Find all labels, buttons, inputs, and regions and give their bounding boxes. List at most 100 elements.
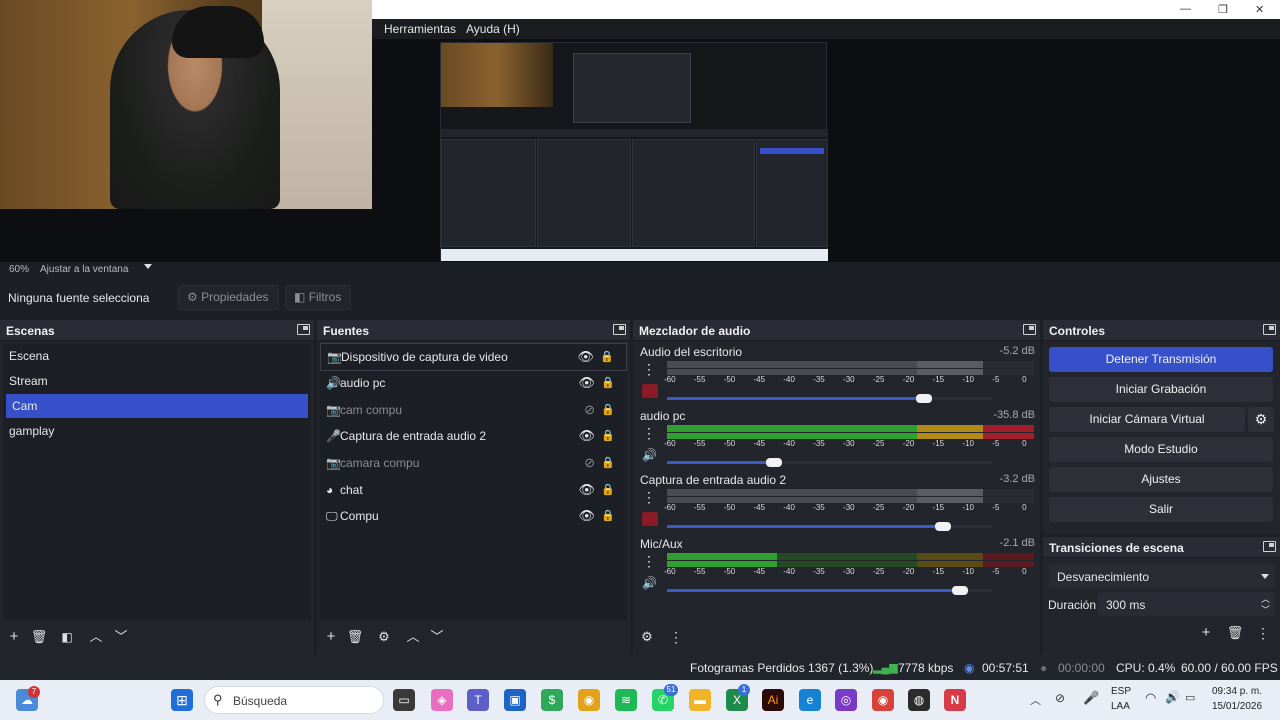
virtual-camera-gear-icon[interactable]: ⚙ [1248,407,1274,432]
speaker-icon[interactable]: 🔊 [642,576,658,590]
chrome-icon[interactable]: ◉ [578,689,600,711]
chrome-profile-icon[interactable]: ◉ [872,689,894,711]
network-off-icon[interactable]: ⊘ [1055,691,1065,705]
volume-handle[interactable] [766,458,783,467]
chevron-down-icon[interactable] [144,264,152,269]
filters-button[interactable]: ◧ Filtros [285,285,351,310]
undock-icon[interactable] [1263,324,1276,335]
eye-icon[interactable]: 👁 [578,423,595,449]
mixer-menu-icon[interactable]: ⋮ [666,628,686,646]
lock-icon[interactable]: 🔒 [601,423,615,449]
eye-icon[interactable]: 👁 [578,370,595,396]
menu-help[interactable]: Ayuda (H) [466,22,520,36]
maximize-icon[interactable]: ❐ [1218,3,1228,16]
exit-button[interactable]: Salir [1049,497,1273,522]
volume-handle[interactable] [951,586,968,595]
chevron-down-icon[interactable]: ﹀ [1261,603,1270,616]
eye-icon[interactable]: 👁 [578,477,595,503]
settings-button[interactable]: Ajustes [1049,467,1273,492]
microphone-icon[interactable]: 🎤 [1083,690,1099,706]
eye-icon[interactable]: 👁 [578,503,595,529]
lock-icon[interactable]: 🔒 [601,450,615,476]
source-item[interactable]: 📷 Dispositivo de captura de video 👁 🔒 [320,343,627,371]
scene-filters-icon[interactable]: ◧ [57,628,77,646]
lock-icon[interactable]: 🔒 [601,370,615,396]
eye-hidden-icon[interactable]: ⊘ [584,397,595,423]
channel-menu-icon[interactable]: ⋮ [642,490,656,506]
undock-icon[interactable] [297,324,310,335]
gear-icon[interactable]: ⚙ [374,628,394,646]
close-icon[interactable]: ✕ [1255,3,1264,16]
search-box[interactable]: ⚲ Búsqueda [204,686,384,714]
windows-start-icon[interactable]: ⊞ [171,689,193,711]
scene-item-cam[interactable]: Cam [6,394,308,418]
source-item[interactable]: 🎤 Captura de entrada audio 2 👁 🔒 [320,423,627,449]
teams-icon[interactable]: T [467,689,489,711]
chevron-down-icon[interactable]: ﹀ [427,628,447,646]
start-virtual-camera-button[interactable]: Iniciar Cámara Virtual [1049,407,1245,432]
obs-icon[interactable]: ◍ [908,689,930,711]
volume-slider[interactable] [667,394,992,403]
spotify-icon[interactable]: ≋ [615,689,637,711]
trash-icon[interactable]: 🗑 [345,628,365,646]
illustrator-icon[interactable]: Ai [762,689,784,711]
scene-item-stream[interactable]: Stream [3,369,311,393]
battery-icon[interactable]: ▭ [1185,691,1195,704]
lock-icon[interactable]: 🔒 [600,344,614,370]
app-n-icon[interactable]: N [944,689,966,711]
mixer-settings-gear-icon[interactable]: ⚙ [637,628,657,646]
task-view-icon[interactable]: ▭ [393,689,415,711]
undock-icon[interactable] [1023,324,1036,335]
volume-slider[interactable] [667,458,992,467]
transition-select[interactable]: Desvanecimiento [1049,564,1275,588]
properties-button[interactable]: ⚙ Propiedades [178,285,279,310]
scene-item-escena[interactable]: Escena [3,344,311,368]
clock-date[interactable]: 15/01/2026 [1212,701,1262,712]
transition-menu-icon[interactable]: ⋮ [1253,624,1273,642]
channel-menu-icon[interactable]: ⋮ [642,426,656,442]
chevron-down-icon[interactable]: ﹀ [111,628,131,646]
source-item[interactable]: ◕ chat 👁 🔒 [320,477,627,503]
volume-handle[interactable] [915,394,932,403]
source-item[interactable]: 📷 camara compu ⊘ 🔒 [320,450,627,476]
stop-streaming-button[interactable]: Detener Transmisión [1049,347,1273,372]
minimize-icon[interactable]: — [1180,3,1191,15]
source-item[interactable]: 🔊 audio pc 👁 🔒 [320,370,627,396]
eye-hidden-icon[interactable]: ⊘ [584,450,595,476]
lock-icon[interactable]: 🔒 [601,477,615,503]
add-transition-icon[interactable]: + [1196,624,1216,642]
copilot-icon[interactable]: ◈ [431,689,453,711]
channel-menu-icon[interactable]: ⋮ [642,362,656,378]
volume-icon[interactable]: 🔊 [1165,690,1180,704]
trash-icon[interactable]: 🗑 [29,628,49,646]
file-explorer-icon[interactable]: ▬ [689,689,711,711]
menu-tools[interactable]: Herramientas [384,22,456,36]
duration-spinbox[interactable]: 300 ms ︿ ﹀ [1098,592,1275,616]
source-item[interactable]: 🖵 Compu 👁 🔒 [320,503,627,529]
fit-to-window-select[interactable]: Ajustar a la ventana [40,264,128,275]
store-icon[interactable]: ▣ [504,689,526,711]
add-source-icon[interactable]: + [321,628,341,646]
source-item[interactable]: 📷 cam compu ⊘ 🔒 [320,397,627,423]
chevron-up-icon[interactable]: ︿ [1030,692,1041,708]
add-scene-icon[interactable]: + [4,628,24,646]
speaker-icon[interactable]: 🔊 [642,448,658,462]
volume-handle[interactable] [935,522,952,531]
wifi-icon[interactable]: ◠ [1145,690,1156,706]
lock-icon[interactable]: 🔒 [601,503,615,529]
language-bottom[interactable]: LAA [1111,701,1130,712]
eye-icon[interactable]: 👁 [577,344,594,370]
channel-menu-icon[interactable]: ⋮ [642,554,656,570]
chevron-up-icon[interactable]: ︿ [403,628,423,646]
speaker-muted-icon[interactable] [642,512,658,526]
edge-icon[interactable]: e [799,689,821,711]
undock-icon[interactable] [613,324,626,335]
money-app-icon[interactable]: $ [541,689,563,711]
clock-time[interactable]: 09:34 p. m. [1212,686,1262,697]
camera-app-icon[interactable]: ◎ [835,689,857,711]
start-recording-button[interactable]: Iniciar Grabación [1049,377,1273,402]
speaker-muted-icon[interactable] [642,384,658,398]
chevron-up-icon[interactable]: ︿ [86,628,106,646]
undock-icon[interactable] [1263,541,1276,552]
scene-item-gamplay[interactable]: gamplay [3,419,311,443]
